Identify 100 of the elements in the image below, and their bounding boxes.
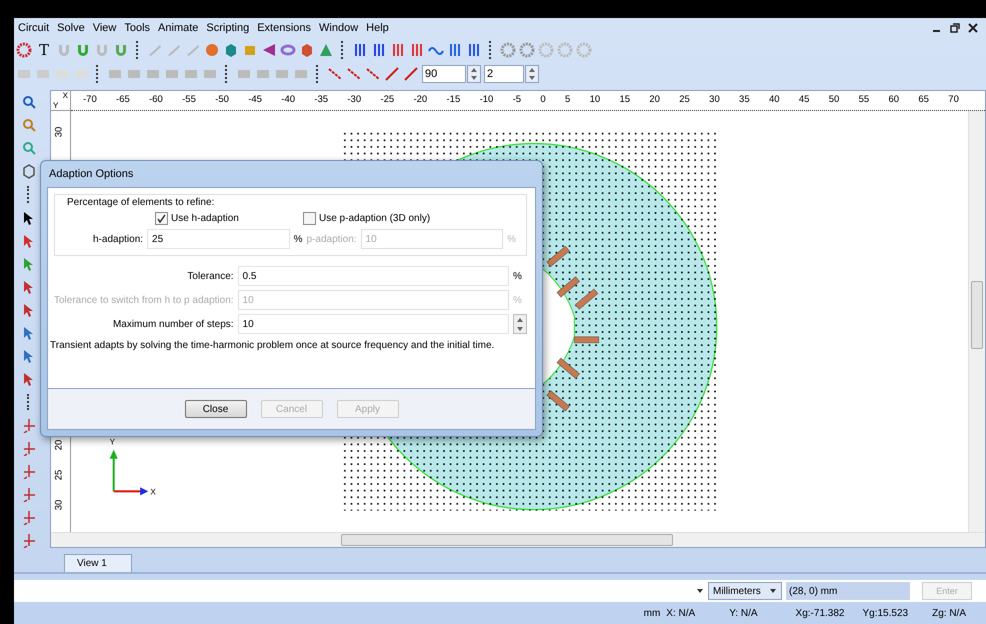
axes-icon[interactable] [21,532,37,548]
magnet-icon[interactable] [75,42,91,58]
dialog-button[interactable]: Close [184,400,246,418]
sphere-icon[interactable] [204,42,220,58]
bars-icon[interactable] [352,42,368,58]
checkbox-label[interactable]: Use h-adaption [171,213,239,224]
horizontal-scrollbar[interactable] [51,532,985,547]
scroll-thumb[interactable] [341,534,673,546]
line-icon[interactable] [384,66,400,82]
ruler-label: -40 [281,94,296,107]
dropdown-caret-icon [696,587,704,595]
ruler-label: -30 [347,94,362,107]
status-text: Yg:15.523 [862,608,908,618]
ring-icon[interactable] [280,42,296,58]
ruler-corner-label: X [62,91,68,100]
menu-item[interactable]: Circuit [14,22,54,34]
field-label: h-adaption: [93,234,144,244]
checkbox[interactable] [155,212,168,225]
down-arrow-icon[interactable] [517,326,523,330]
text-tool[interactable]: T [35,41,53,59]
ruler-label: -50 [215,94,229,107]
bars-icon[interactable] [409,42,425,58]
status-text: Xg:-71.382 [796,608,844,618]
down-arrow-icon[interactable] [471,76,477,80]
bars-icon[interactable] [371,42,387,58]
zoom-icon[interactable] [21,140,37,156]
ruler-label: 30 [54,126,66,138]
ruler-label: 60 [888,94,900,107]
ruler-label: 20 [649,94,660,107]
input-field[interactable]: 0.5 [238,266,509,286]
field-label: Tolerance: [186,270,234,282]
menu-item[interactable]: Help [362,22,393,34]
ruler-label: -60 [149,94,163,107]
ruler-label: 45 [798,94,810,107]
restore-icon[interactable] [950,23,960,33]
ruler-label: -70 [83,94,97,107]
line-icon[interactable] [403,66,419,82]
spin-buttons[interactable] [525,65,539,83]
ruler-label: 35 [739,94,750,107]
cone-icon[interactable] [261,42,277,58]
unit-label: % [507,234,516,244]
ruler-label: 15 [619,94,630,107]
menu-item[interactable]: Tools [120,22,154,34]
view-tab[interactable]: View 1 [64,554,132,572]
axes-icon[interactable] [21,509,37,525]
ruler-label: 0 [540,94,546,107]
dialog-title: Adaption Options [48,167,134,182]
ruler-label: -20 [413,94,428,107]
menu-item[interactable]: Scripting [202,22,254,34]
axes-icon[interactable] [21,417,37,433]
ruler-label: -25 [380,94,394,107]
status-text: X: N/A [666,608,696,618]
pyramid-icon[interactable] [318,42,334,58]
gear-icon[interactable] [519,42,535,58]
close-icon[interactable] [968,23,978,33]
ruler-label: 55 [858,94,870,107]
menu-item[interactable]: Window [315,22,362,34]
menu-item[interactable]: View [88,22,120,34]
zoom-icon[interactable] [21,94,37,110]
status-text: Y: N/A [729,608,758,618]
zoom-icon[interactable] [21,117,37,133]
bars-icon[interactable] [466,42,482,58]
up-arrow-icon[interactable] [471,68,477,72]
coordinate-field[interactable]: (28, 0) mm [786,582,910,600]
gear-icon[interactable] [16,42,32,58]
angle-field[interactable]: 90 [422,65,466,83]
axes-icon[interactable] [21,463,37,479]
ruler-label: 50 [828,94,840,107]
dashed-line-icon[interactable] [365,66,381,82]
note-text: Transient adapts by solving the time-harmonic problem once at source frequency and the initial time. [50,340,496,351]
down-arrow-icon[interactable] [529,76,535,80]
checkbox[interactable] [303,212,316,225]
bars-icon[interactable] [447,42,463,58]
up-arrow-icon[interactable] [529,68,535,72]
gear-icon[interactable] [500,42,516,58]
axis-label: Y [110,438,116,447]
count-field[interactable]: 2 [484,65,524,83]
input-field[interactable]: 25 [147,229,290,249]
checkbox-label[interactable]: Use p-adaption (3D only) [319,213,430,224]
magnet-icon[interactable] [113,42,129,58]
menu-item[interactable]: Solve [53,22,89,34]
menu-item[interactable]: Extensions [253,22,316,34]
spin-buttons[interactable] [467,65,481,83]
scroll-thumb[interactable] [971,281,983,349]
bars-icon[interactable] [390,42,406,58]
axes-icon[interactable] [21,440,37,456]
dashed-line-icon[interactable] [327,66,343,82]
input-field[interactable]: 10 [238,314,509,334]
axes-icon[interactable] [21,486,37,502]
axis-drawing [110,450,148,496]
spin-buttons[interactable] [513,314,527,334]
vertical-scrollbar[interactable] [968,111,985,532]
ruler-label: 25 [679,94,690,107]
dashed-line-icon[interactable] [346,66,362,82]
unit-label: % [294,234,302,244]
menu-item[interactable]: Animate [154,22,202,34]
unit-label: % [513,294,523,306]
up-arrow-icon[interactable] [517,318,523,322]
ruler-label: 5 [564,94,570,107]
units-select[interactable]: Millimeters [708,582,782,600]
